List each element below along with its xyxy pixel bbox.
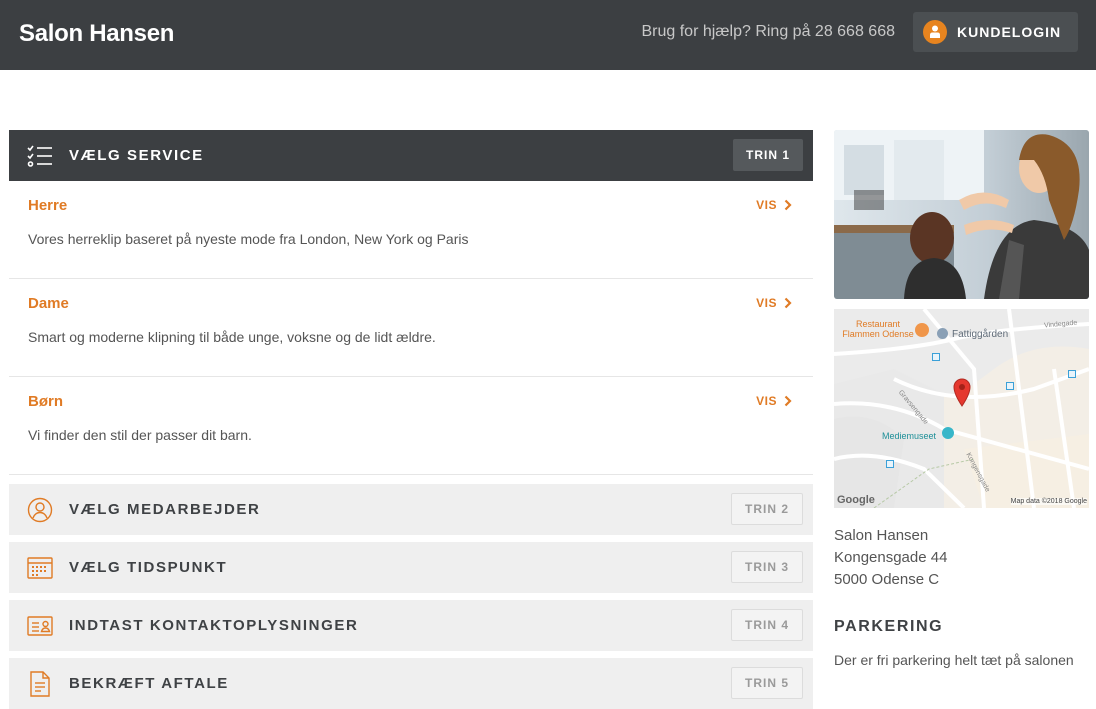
restaurant-pin-icon xyxy=(915,323,929,337)
service-item-herre[interactable]: Herre Vores herreklip baseret på nyeste … xyxy=(9,181,813,279)
map-attribution: Map data ©2018 Google xyxy=(1010,498,1087,505)
service-name: Børn xyxy=(28,393,63,410)
step-confirm-title: BEKRÆFT AFTALE xyxy=(69,675,229,692)
step-confirm[interactable]: BEKRÆFT AFTALE TRIN 5 xyxy=(9,658,813,709)
step-service-header[interactable]: VÆLG SERVICE TRIN 1 xyxy=(9,130,813,181)
step-staff[interactable]: VÆLG MEDARBEJDER TRIN 2 xyxy=(9,484,813,535)
customer-login-label: KUNDELOGIN xyxy=(957,24,1062,40)
step-staff-title: VÆLG MEDARBEJDER xyxy=(69,501,261,518)
step-service-badge: TRIN 1 xyxy=(732,139,803,171)
step-contact-title: INDTAST KONTAKTOPLYSNINGER xyxy=(69,617,359,634)
calendar-icon xyxy=(27,555,53,581)
location-map[interactable]: Restaurant Flammen Odense Fattiggården V… xyxy=(834,309,1089,508)
service-name: Dame xyxy=(28,295,69,312)
location-marker-icon xyxy=(952,377,972,412)
address-name: Salon Hansen xyxy=(834,527,929,544)
parking-title: PARKERING xyxy=(834,618,944,635)
step-contact[interactable]: INDTAST KONTAKTOPLYSNINGER TRIN 4 xyxy=(9,600,813,651)
service-name: Herre xyxy=(28,197,68,214)
service-show-link[interactable]: VIS xyxy=(756,198,792,212)
bus-stop-icon xyxy=(1068,370,1076,378)
step-time[interactable]: VÆLG TIDSPUNKT TRIN 3 xyxy=(9,542,813,593)
service-show-label: VIS xyxy=(756,394,777,408)
help-phone-text: Brug for hjælp? Ring på 28 668 668 xyxy=(641,23,895,40)
bus-stop-icon xyxy=(932,353,940,361)
bus-stop-icon xyxy=(1006,382,1014,390)
person-circle-icon xyxy=(27,497,53,523)
parking-text: Der er fri parkering helt tæt på salonen xyxy=(834,652,1074,668)
step-contact-badge: TRIN 4 xyxy=(730,609,803,641)
step-time-title: VÆLG TIDSPUNKT xyxy=(69,559,228,576)
map-label-restaurant: Restaurant Flammen Odense xyxy=(842,319,914,339)
map-label-fattiggarden: Fattiggården xyxy=(952,329,1009,340)
top-bar: Salon Hansen Brug for hjælp? Ring på 28 … xyxy=(0,0,1096,70)
booking-steps: VÆLG SERVICE TRIN 1 Herre Vores herrekli… xyxy=(9,130,813,709)
address-street: Kongensgade 44 xyxy=(834,549,948,566)
salon-address: Salon Hansen Kongensgade 44 5000 Odense … xyxy=(834,525,1089,591)
chevron-right-icon xyxy=(784,199,792,211)
map-label-mediemuseet: Mediemuseet xyxy=(882,431,937,441)
step-time-badge: TRIN 3 xyxy=(730,551,803,583)
id-card-icon xyxy=(27,613,53,639)
chevron-right-icon xyxy=(784,395,792,407)
brand-title[interactable]: Salon Hansen xyxy=(19,20,174,48)
poi-pin-icon xyxy=(937,328,948,339)
service-description: Vi finder den stil der passer dit barn. xyxy=(28,427,252,443)
service-show-label: VIS xyxy=(756,296,777,310)
service-description: Vores herreklip baseret på nyeste mode f… xyxy=(28,231,469,247)
step-confirm-badge: TRIN 5 xyxy=(730,667,803,699)
poi-pin-icon xyxy=(942,427,954,439)
user-icon xyxy=(923,20,947,44)
service-show-link[interactable]: VIS xyxy=(756,296,792,310)
document-icon xyxy=(27,670,53,697)
service-item-born[interactable]: Børn Vi finder den stil der passer dit b… xyxy=(9,377,813,475)
sidebar: Restaurant Flammen Odense Fattiggården V… xyxy=(834,130,1089,671)
salon-photo xyxy=(834,130,1089,299)
step-staff-badge: TRIN 2 xyxy=(730,493,803,525)
bus-stop-icon xyxy=(886,460,894,468)
step-service-title: VÆLG SERVICE xyxy=(69,147,204,164)
address-city: 5000 Odense C xyxy=(834,571,940,588)
service-show-label: VIS xyxy=(756,198,777,212)
service-item-dame[interactable]: Dame Smart og moderne klipning til både … xyxy=(9,279,813,377)
customer-login-button[interactable]: KUNDELOGIN xyxy=(913,12,1078,52)
checklist-icon xyxy=(27,143,53,169)
map-google-logo: Google xyxy=(837,494,875,506)
service-show-link[interactable]: VIS xyxy=(756,394,792,408)
service-description: Smart og moderne klipning til både unge,… xyxy=(28,329,436,345)
chevron-right-icon xyxy=(784,297,792,309)
